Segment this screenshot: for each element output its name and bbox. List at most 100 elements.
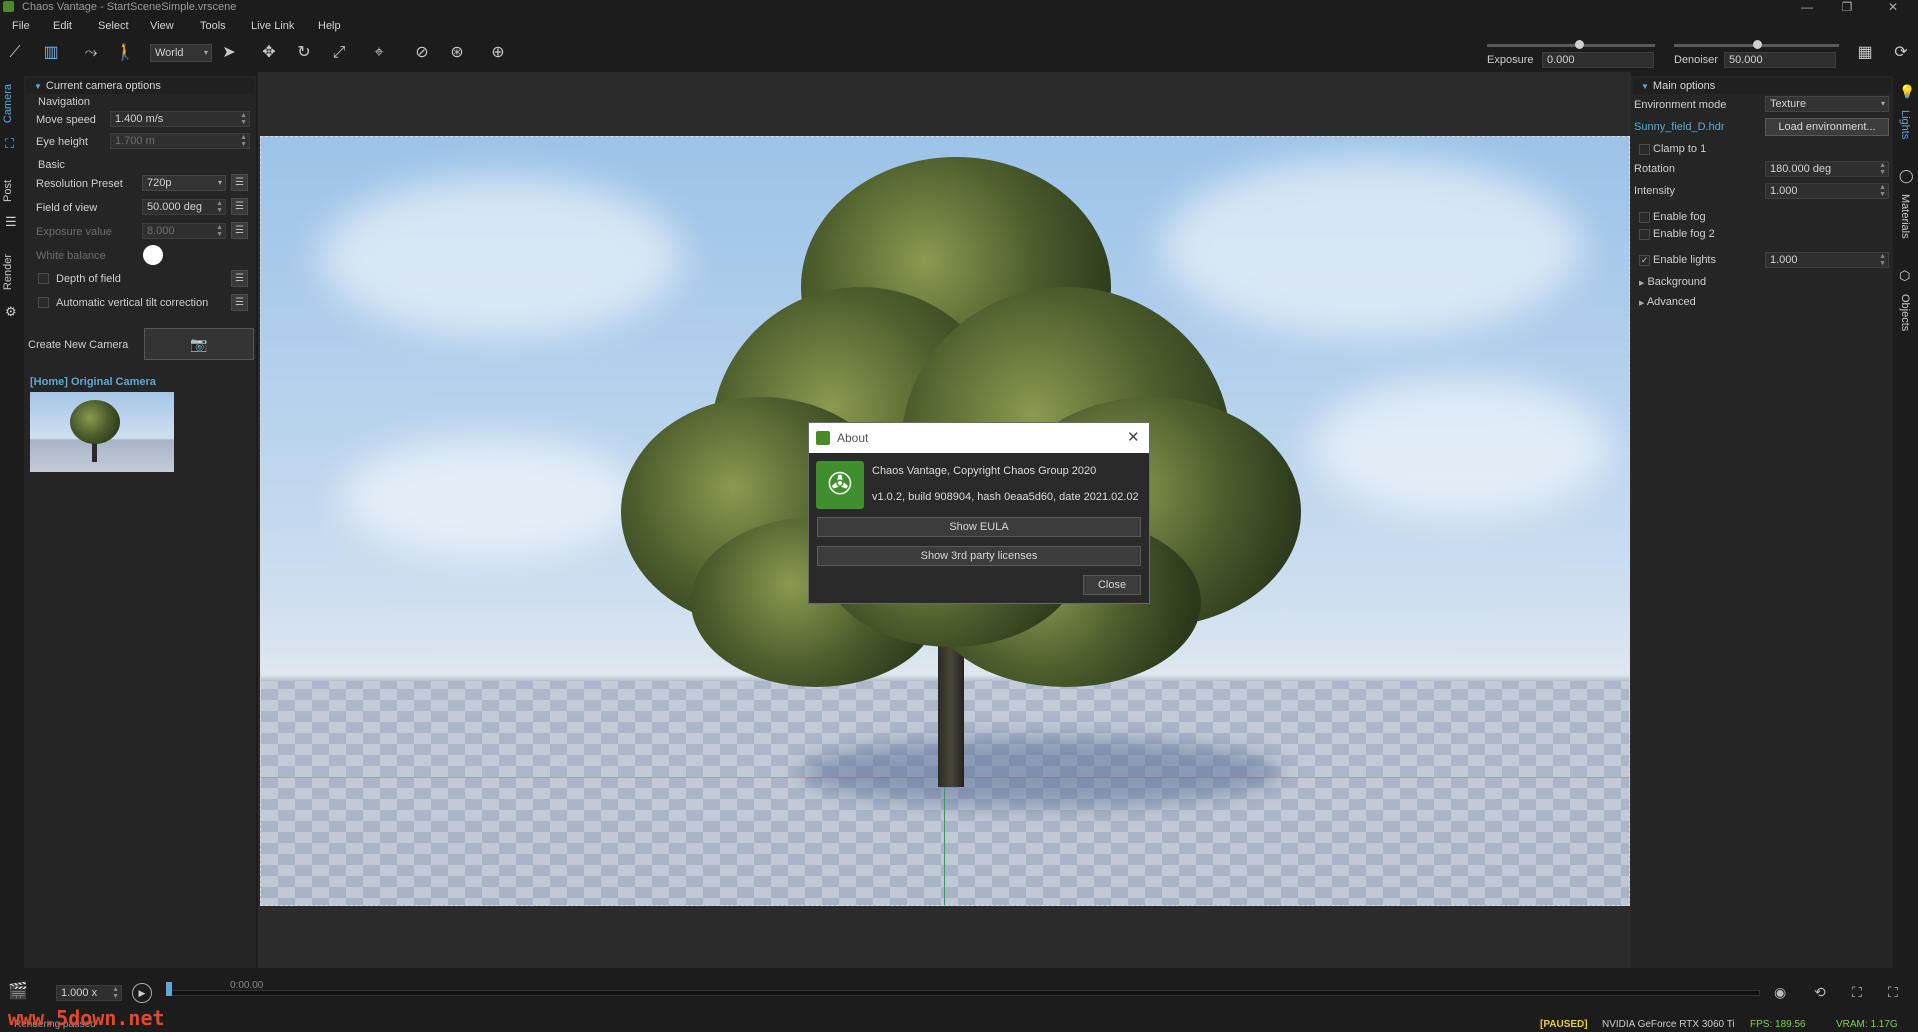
tab-lights[interactable]: Lights	[1899, 110, 1911, 139]
camera-options-header[interactable]: ▼ Current camera options	[26, 78, 254, 94]
camera-item-label[interactable]: [Home] Original Camera	[30, 376, 156, 388]
eye-height-input[interactable]: 1.700 m ▲ ▼	[110, 133, 250, 149]
pick-focus-icon[interactable]: ⊘	[411, 42, 433, 64]
spinner-icon[interactable]: ▲ ▼	[1879, 184, 1886, 198]
tilt-menu-button[interactable]: ☰	[231, 294, 248, 311]
spinner-icon[interactable]: ▲ ▼	[112, 986, 119, 1000]
fit-view-icon[interactable]: ⛶	[1852, 984, 1862, 1001]
fov-menu-button[interactable]: ☰	[231, 198, 248, 215]
fly-mode-icon[interactable]: ⤳	[80, 42, 102, 64]
resolution-menu-button[interactable]: ☰	[231, 174, 248, 191]
window-title: Chaos Vantage - StartSceneSimple.vrscene	[22, 1, 237, 13]
env-mode-select[interactable]: Texture ▾	[1765, 96, 1889, 112]
show-eula-button[interactable]: Show EULA	[817, 517, 1141, 537]
space-select[interactable]: World ▾	[150, 44, 212, 62]
env-file-link[interactable]: Sunny_field_D.hdr	[1634, 121, 1725, 133]
pick-material-icon[interactable]: ⊛	[446, 42, 468, 64]
timeline-playhead[interactable]	[166, 982, 172, 996]
show-licenses-button[interactable]: Show 3rd party licenses	[817, 546, 1141, 566]
lights-panel: ▼ Main options Environment mode Texture ▾ …	[1631, 76, 1893, 968]
tab-post[interactable]: Post	[2, 180, 14, 202]
exposure-slider-knob[interactable]	[1575, 40, 1585, 49]
app-icon	[816, 431, 830, 445]
fog-checkbox[interactable]	[1639, 212, 1650, 223]
menu-select[interactable]: Select	[98, 18, 129, 34]
tilt-checkbox[interactable]	[38, 297, 49, 308]
camera-thumbnail[interactable]	[30, 392, 174, 472]
lights-checkbox[interactable]: ✓	[1639, 255, 1650, 266]
camera-orbit-icon[interactable]: ⟲	[1814, 984, 1826, 1001]
speed-input[interactable]: 1.000 x ▲ ▼	[56, 985, 122, 1001]
menu-view[interactable]: View	[150, 18, 174, 34]
screenshot-icon[interactable]: ⛶	[1888, 984, 1898, 1001]
close-window-icon[interactable]: ✕	[1876, 0, 1910, 14]
spinner-icon[interactable]: ▲ ▼	[240, 112, 247, 126]
tab-camera[interactable]: Camera	[2, 84, 14, 123]
menu-live-link[interactable]: Live Link	[251, 18, 294, 34]
tab-materials[interactable]: Materials	[1899, 194, 1911, 239]
dof-menu-button[interactable]: ☰	[231, 270, 248, 287]
spinner-icon[interactable]: ▲ ▼	[216, 200, 223, 214]
menu-tools[interactable]: Tools	[200, 18, 226, 34]
fov-input[interactable]: 50.000 deg ▲ ▼	[142, 199, 226, 215]
dof-checkbox[interactable]	[38, 273, 49, 284]
main-options-header[interactable]: ▼ Main options	[1633, 78, 1891, 94]
advanced-section[interactable]: ▶ Advanced	[1639, 296, 1696, 308]
create-camera-button[interactable]: 📷	[144, 328, 254, 360]
close-icon[interactable]: ✕	[1127, 428, 1140, 446]
denoiser-slider[interactable]	[1674, 40, 1839, 49]
tilt-label: Automatic vertical tilt correction	[56, 297, 209, 309]
fov-label: Field of view	[36, 202, 98, 214]
exposure-menu-button[interactable]: ☰	[231, 222, 248, 239]
right-tab-bar: 💡 Lights ◯ Materials ⬡ Objects	[1893, 76, 1918, 968]
clapper-icon[interactable]: 🎬	[8, 981, 28, 1001]
scene-tool-icon[interactable]: ▥	[40, 42, 62, 64]
menu-file[interactable]: File	[12, 18, 30, 34]
white-balance-swatch[interactable]	[143, 245, 163, 265]
timeline-track[interactable]	[166, 990, 1760, 996]
refresh-icon[interactable]: ⟳	[1890, 42, 1912, 64]
restore-icon[interactable]: ❐	[1830, 0, 1864, 14]
menu-bar: File Edit Select View Tools Live Link He…	[0, 16, 1918, 36]
play-icon[interactable]: ▶	[132, 983, 152, 1003]
tab-objects[interactable]: Objects	[1899, 294, 1911, 331]
intensity-input[interactable]: 1.000 ▲ ▼	[1765, 183, 1889, 199]
chevron-down-icon: ▾	[1880, 99, 1885, 108]
spinner-icon[interactable]: ▲ ▼	[1879, 162, 1886, 176]
exposure-value-input[interactable]: 8.000 ▲ ▼	[142, 223, 226, 239]
close-button[interactable]: Close	[1083, 575, 1141, 595]
tab-render[interactable]: Render	[2, 254, 14, 290]
rotate-icon[interactable]: ↻	[293, 42, 315, 64]
denoiser-input[interactable]: 50.000	[1724, 52, 1836, 68]
cloud	[321, 177, 681, 337]
crosshair-icon[interactable]: ⊕	[487, 42, 509, 64]
camera-path-icon[interactable]: ⟋	[4, 42, 26, 64]
scale-icon[interactable]: ⤢	[328, 42, 350, 64]
render-region-icon[interactable]: ▦	[1854, 42, 1876, 64]
move-icon[interactable]: ✥	[258, 42, 280, 64]
transform-gizmo-icon[interactable]: ⌖	[368, 42, 390, 64]
vram-readout: VRAM: 1.17G	[1836, 1019, 1898, 1030]
app-icon	[3, 1, 14, 12]
record-icon[interactable]: ◉	[1774, 984, 1786, 1001]
resolution-select[interactable]: 720p ▾	[142, 175, 226, 191]
move-speed-input[interactable]: 1.400 m/s ▲ ▼	[110, 111, 250, 127]
render-icon: ⚙	[5, 304, 17, 319]
lights-input[interactable]: 1.000 ▲ ▼	[1765, 252, 1889, 268]
spinner-icon[interactable]: ▲ ▼	[1879, 253, 1886, 267]
spinner-icon[interactable]: ▲ ▼	[216, 224, 223, 238]
fog2-checkbox[interactable]	[1639, 229, 1650, 240]
select-cursor-icon[interactable]: ➤	[218, 42, 240, 64]
minimize-icon[interactable]: —	[1790, 0, 1824, 14]
menu-help[interactable]: Help	[318, 18, 341, 34]
background-section[interactable]: ▶ Background	[1639, 276, 1706, 288]
spinner-icon[interactable]: ▲ ▼	[240, 134, 247, 148]
walk-mode-icon[interactable]: 🚶	[114, 42, 136, 64]
exposure-slider[interactable]	[1487, 40, 1655, 49]
load-environment-button[interactable]: Load environment...	[1765, 118, 1889, 136]
clamp-checkbox[interactable]	[1639, 144, 1650, 155]
denoiser-slider-knob[interactable]	[1752, 40, 1762, 49]
exposure-input[interactable]: 0.000	[1542, 52, 1654, 68]
menu-edit[interactable]: Edit	[53, 18, 72, 34]
rotation-input[interactable]: 180.000 deg ▲ ▼	[1765, 161, 1889, 177]
